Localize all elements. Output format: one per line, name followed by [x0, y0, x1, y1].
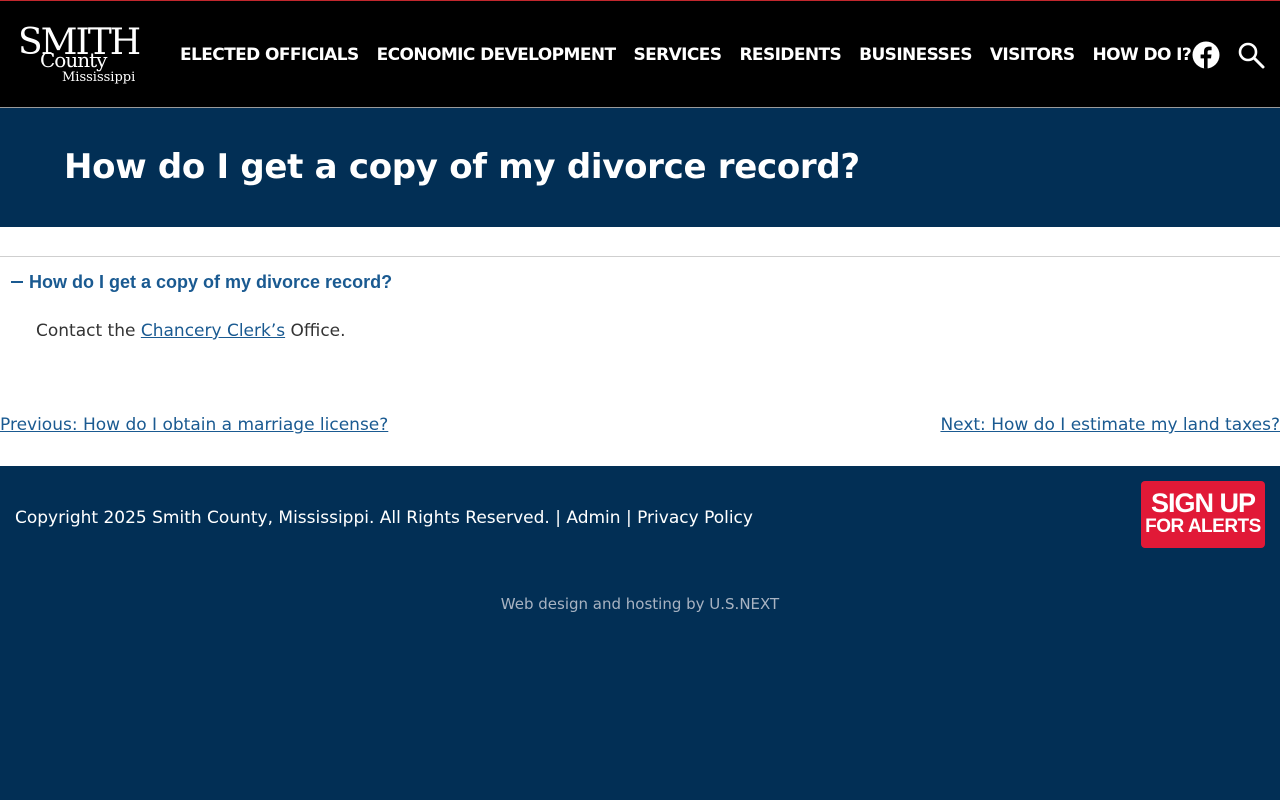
privacy-policy-link[interactable]: Privacy Policy: [637, 508, 753, 528]
nav-item-businesses[interactable]: BUSINESSES: [850, 41, 981, 69]
nav-item-residents[interactable]: RESIDENTS: [730, 41, 850, 69]
logo-line-3: Mississippi: [62, 70, 136, 85]
faq-answer-suffix: Office.: [285, 321, 346, 341]
facebook-icon[interactable]: [1192, 41, 1220, 69]
faq-accordion-toggle[interactable]: How do I get a copy of my divorce record…: [11, 271, 392, 293]
next-faq-link[interactable]: Next: How do I estimate my land taxes?: [940, 413, 1280, 437]
nav-item-services[interactable]: SERVICES: [624, 41, 730, 69]
main-content: How do I get a copy of my divorce record…: [0, 227, 1280, 466]
site-footer: Copyright 2025 Smith County, Mississippi…: [0, 466, 1280, 800]
copyright-text: Copyright 2025 Smith County, Mississippi…: [15, 508, 550, 528]
nav-item-elected-officials[interactable]: ELECTED OFFICIALS: [171, 41, 368, 69]
signup-big-text: SIGN UP: [1150, 488, 1256, 518]
nav-item-visitors[interactable]: VISITORS: [981, 41, 1084, 69]
main-nav: ELECTED OFFICIALS ECONOMIC DEVELOPMENT S…: [171, 41, 1200, 69]
chancery-clerk-link[interactable]: Chancery Clerk’s: [141, 321, 285, 341]
site-header: SMITH County Mississippi ELECTED OFFICIA…: [0, 0, 1280, 108]
faq-question: How do I get a copy of my divorce record…: [29, 271, 393, 292]
admin-link[interactable]: Admin: [566, 508, 620, 528]
page-title: How do I get a copy of my divorce record…: [64, 147, 860, 187]
logo-line-2: County: [40, 48, 107, 72]
smith-county-logo[interactable]: SMITH County Mississippi: [18, 25, 141, 89]
signup-small-text: FOR ALERTS: [1145, 516, 1261, 537]
nav-item-economic-development[interactable]: ECONOMIC DEVELOPMENT: [368, 41, 625, 69]
faq-answer: Contact the Chancery Clerk’s Office.: [36, 319, 346, 343]
web-design-credit[interactable]: Web design and hosting by U.S.NEXT: [0, 594, 1280, 614]
sign-up-for-alerts-button[interactable]: SIGN UP FOR ALERTS: [1141, 481, 1265, 548]
footer-separator: |: [620, 508, 638, 528]
nav-item-how-do-i[interactable]: HOW DO I?: [1084, 41, 1201, 69]
faq-answer-prefix: Contact the: [36, 321, 141, 341]
minus-icon: [11, 281, 23, 283]
previous-faq-link[interactable]: Previous: How do I obtain a marriage lic…: [0, 413, 388, 437]
divider: [0, 256, 1280, 257]
copyright-line: Copyright 2025 Smith County, Mississippi…: [15, 506, 753, 530]
footer-separator: |: [549, 508, 567, 528]
search-icon[interactable]: [1237, 41, 1265, 69]
